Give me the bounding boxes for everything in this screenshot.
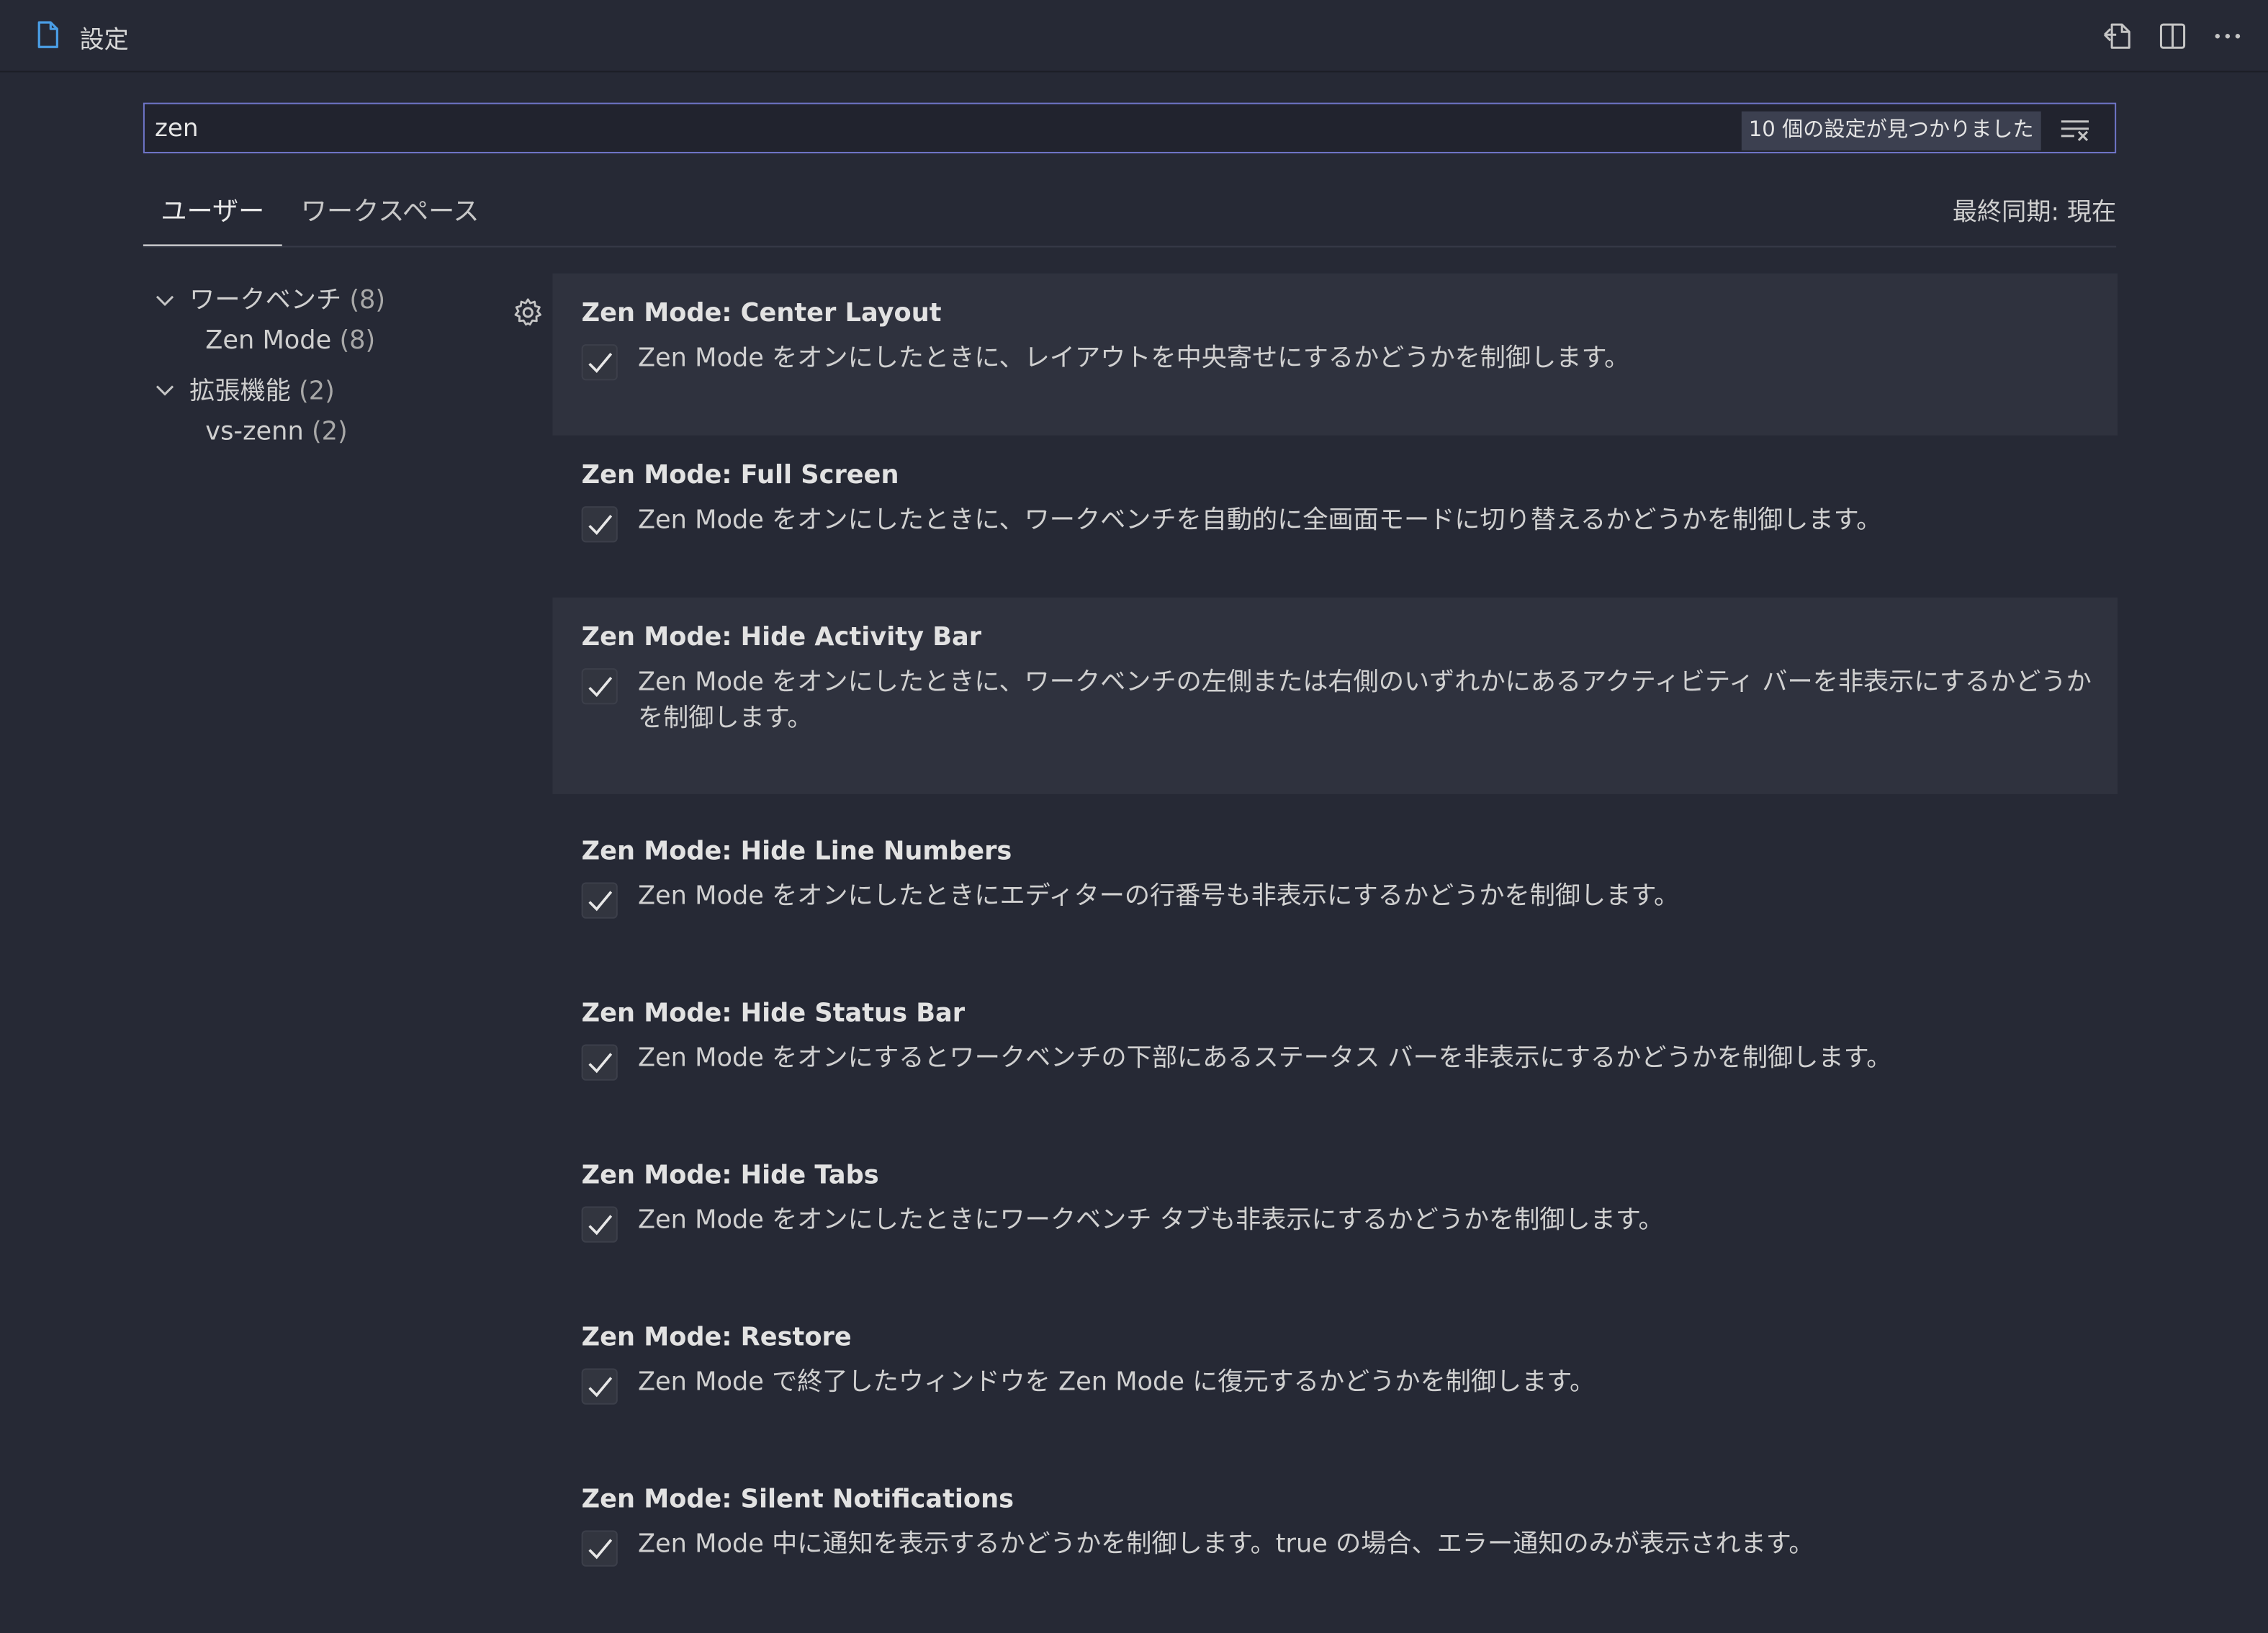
toc-item-workbench[interactable]: ワークベンチ (8) — [189, 281, 385, 317]
check-icon — [588, 1377, 613, 1398]
check-icon — [588, 353, 613, 373]
toc-item-extensions[interactable]: 拡張機能 (2) — [189, 372, 335, 408]
setting-item: Zen Mode: Silent Notifications Zen Mode … — [552, 1459, 2118, 1621]
setting-title: Zen Mode: Silent Notifications — [581, 1485, 1014, 1515]
toc-item-label: ワークベンチ — [189, 286, 342, 315]
setting-title: Zen Mode: Hide Status Bar — [581, 999, 966, 1029]
setting-item: Zen Mode: Restore Zen Mode で終了したウィンドウを Z… — [552, 1297, 2118, 1459]
toc-item-count: (2) — [299, 377, 335, 407]
setting-item: Zen Mode: Hide Tabs Zen Mode をオンにしたときにワー… — [552, 1135, 2118, 1297]
setting-checkbox[interactable] — [581, 668, 618, 705]
setting-description: Zen Mode をオンにするとワークベンチの下部にあるステータス バーを非表示… — [637, 1044, 1892, 1074]
setting-item: Zen Mode: Hide Activity Bar Zen Mode をオン… — [552, 597, 2118, 794]
clear-filter-icon[interactable] — [2060, 117, 2092, 143]
open-settings-json-icon[interactable] — [2100, 19, 2135, 53]
check-icon — [588, 515, 613, 535]
setting-title: Zen Mode: Hide Line Numbers — [581, 837, 1012, 867]
tab-workspace[interactable]: ワークスペース — [301, 191, 480, 244]
setting-checkbox[interactable] — [581, 1368, 618, 1405]
setting-description: Zen Mode をオンにしたときにワークベンチ タブも非表示にするかどうかを制… — [637, 1206, 1664, 1236]
tab-user[interactable]: ユーザー — [143, 191, 282, 246]
settings-editor: 設定 zen 10 個の設定が見つかりました ユーザー ワークスペース 最終同期… — [0, 0, 2268, 1633]
setting-checkbox[interactable] — [581, 1530, 618, 1567]
toc-item-count: (2) — [311, 418, 348, 447]
setting-item: Zen Mode: Hide Line Numbers Zen Mode をオン… — [552, 811, 2118, 973]
setting-checkbox[interactable] — [581, 1206, 618, 1243]
editor-tab-title[interactable]: 設定 — [79, 19, 128, 55]
settings-search-box: 10 個の設定が見つかりました — [143, 102, 2117, 153]
more-actions-icon[interactable] — [2210, 19, 2245, 53]
setting-checkbox[interactable] — [581, 506, 618, 543]
setting-checkbox[interactable] — [581, 1044, 618, 1081]
setting-title: Zen Mode: Full Screen — [581, 461, 899, 491]
toc-item-label: vs-zenn — [205, 418, 304, 447]
gear-icon[interactable] — [512, 297, 544, 328]
search-result-count: 10 個の設定が見つかりました — [1741, 111, 2041, 150]
toc-item-label: Zen Mode — [205, 327, 332, 356]
file-icon — [36, 20, 59, 49]
toc-item-count: (8) — [349, 286, 386, 315]
check-icon — [588, 677, 613, 698]
setting-description: Zen Mode をオンにしたときに、ワークベンチの左側または右側のいずれかにあ… — [637, 668, 2092, 734]
chevron-down-icon[interactable] — [155, 383, 175, 397]
settings-scope-tabs: ユーザー ワークスペース 最終同期: 現在 — [143, 182, 2117, 248]
toc-item-zen-mode[interactable]: Zen Mode (8) — [205, 327, 375, 356]
setting-title: Zen Mode: Hide Activity Bar — [581, 623, 982, 653]
setting-description: Zen Mode をオンにしたときにエディターの行番号も非表示にするかどうかを制… — [637, 882, 1680, 912]
toc-item-vs-zenn[interactable]: vs-zenn (2) — [205, 418, 348, 447]
toc-item-label: 拡張機能 — [189, 377, 291, 407]
split-editor-icon[interactable] — [2155, 19, 2190, 53]
settings-search-input[interactable] — [154, 109, 1717, 148]
setting-title: Zen Mode: Restore — [581, 1323, 852, 1353]
check-icon — [588, 1539, 613, 1560]
check-icon — [588, 1215, 613, 1236]
setting-item: Zen Mode: Hide Status Bar Zen Mode をオンにす… — [552, 973, 2118, 1135]
setting-title: Zen Mode: Center Layout — [581, 299, 942, 329]
setting-item: Zen Mode: Full Screen Zen Mode をオンにしたときに… — [552, 436, 2118, 598]
setting-item: Zen Mode: Center Layout Zen Mode をオンにしたと… — [552, 273, 2118, 436]
check-icon — [588, 891, 613, 912]
setting-description: Zen Mode をオンにしたときに、レイアウトを中央寄せにするかどうかを制御し… — [637, 344, 1630, 374]
setting-title: Zen Mode: Hide Tabs — [581, 1161, 879, 1191]
editor-actions — [2100, 19, 2245, 53]
check-icon — [588, 1053, 613, 1074]
setting-checkbox[interactable] — [581, 882, 618, 919]
setting-description: Zen Mode をオンにしたときに、ワークベンチを自動的に全画面モードに切り替… — [637, 506, 1882, 536]
chevron-down-icon[interactable] — [155, 294, 175, 308]
setting-description: Zen Mode 中に通知を表示するかどうかを制御します。true の場合、エラ… — [637, 1530, 1814, 1560]
setting-checkbox[interactable] — [581, 344, 618, 381]
toc-item-count: (8) — [339, 327, 376, 356]
editor-title-bar: 設定 — [0, 0, 2268, 73]
sync-status: 最終同期: 現在 — [1952, 198, 2117, 228]
setting-description: Zen Mode で終了したウィンドウを Zen Mode に復元するかどうかを… — [637, 1368, 1596, 1398]
